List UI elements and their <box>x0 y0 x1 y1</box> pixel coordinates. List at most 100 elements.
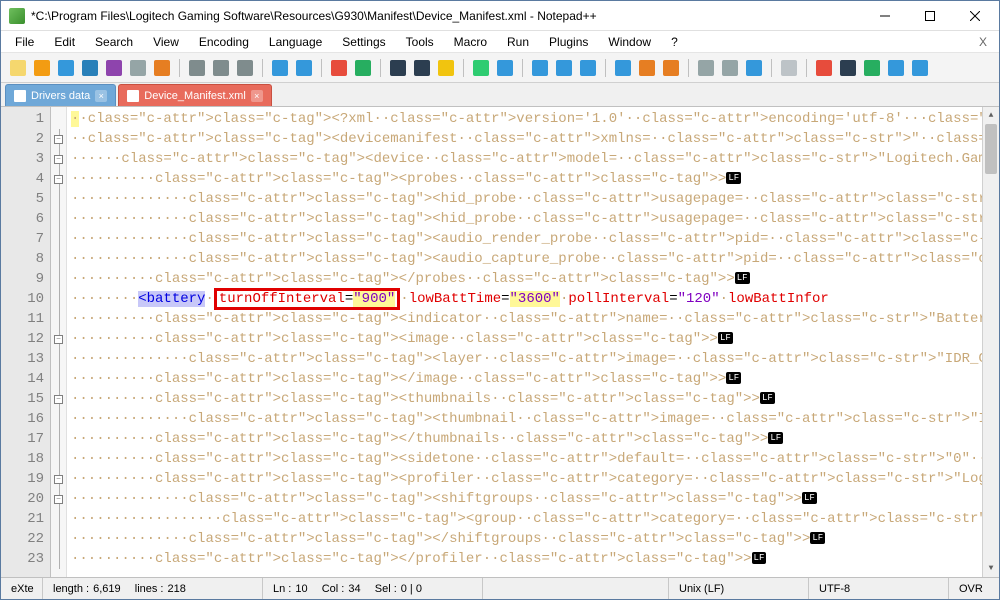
menu-file[interactable]: File <box>5 33 44 51</box>
toolbar-button-15[interactable] <box>328 57 350 79</box>
code-line-12[interactable]: ··········class="c-attr">class="c-tag"><… <box>71 329 982 349</box>
menu-window[interactable]: Window <box>598 33 661 51</box>
toolbar-button-8[interactable] <box>186 57 208 79</box>
code-line-15[interactable]: ··········class="c-attr">class="c-tag"><… <box>71 389 982 409</box>
toolbar-button-40[interactable] <box>837 57 859 79</box>
toolbar-button-10[interactable] <box>234 57 256 79</box>
fold-toggle[interactable]: − <box>54 495 63 504</box>
toolbar-button-35[interactable] <box>743 57 765 79</box>
scroll-down-button[interactable]: ▼ <box>983 560 999 577</box>
minimize-button[interactable] <box>862 1 907 30</box>
tab-close-icon[interactable]: × <box>95 90 107 102</box>
code-line-20[interactable]: ··············class="c-attr">class="c-ta… <box>71 489 982 509</box>
menubar-close-x[interactable]: X <box>971 33 995 51</box>
toolbar-button-29[interactable] <box>612 57 634 79</box>
toolbar-button-30[interactable] <box>636 57 658 79</box>
toolbar-button-23[interactable] <box>494 57 516 79</box>
fold-toggle[interactable]: − <box>54 135 63 144</box>
toolbar-button-6[interactable] <box>151 57 173 79</box>
toolbar-button-4[interactable] <box>103 57 125 79</box>
toolbar-button-12[interactable] <box>269 57 291 79</box>
menu-edit[interactable]: Edit <box>44 33 85 51</box>
code-line-2[interactable]: ··class="c-attr">class="c-tag"><devicema… <box>71 129 982 149</box>
code-line-13[interactable]: ··············class="c-attr">class="c-ta… <box>71 349 982 369</box>
toolbar-button-13[interactable] <box>293 57 315 79</box>
menu-encoding[interactable]: Encoding <box>189 33 259 51</box>
code-line-10[interactable]: ········<battery·turnOffInterval="900"·l… <box>71 289 982 309</box>
tab-device-manifest-xml[interactable]: Device_Manifest.xml× <box>118 84 271 106</box>
scroll-up-button[interactable]: ▲ <box>983 107 999 124</box>
fold-toggle[interactable]: − <box>54 175 63 184</box>
tab-close-icon[interactable]: × <box>251 90 263 102</box>
toolbar-button-39[interactable] <box>813 57 835 79</box>
toolbar-button-0[interactable] <box>7 57 29 79</box>
menu-language[interactable]: Language <box>259 33 332 51</box>
vertical-scrollbar[interactable]: ▲ ▼ <box>982 107 999 577</box>
toolbar-button-37[interactable] <box>778 57 800 79</box>
code-line-18[interactable]: ··········class="c-attr">class="c-tag"><… <box>71 449 982 469</box>
toolbar-button-43[interactable] <box>909 57 931 79</box>
toolbar-button-3[interactable] <box>79 57 101 79</box>
tab-drivers-data[interactable]: Drivers data × <box>5 84 116 106</box>
menu-tools[interactable]: Tools <box>396 33 444 51</box>
toolbar-separator <box>605 59 606 77</box>
menu-plugins[interactable]: Plugins <box>539 33 598 51</box>
toolbar-button-34[interactable] <box>719 57 741 79</box>
tab-label: Drivers data <box>31 90 90 102</box>
toolbar-button-25[interactable] <box>529 57 551 79</box>
toolbar-button-22[interactable] <box>470 57 492 79</box>
menu-help[interactable]: ? <box>661 33 688 51</box>
toolbar-button-41[interactable] <box>861 57 883 79</box>
toolbar-button-27[interactable] <box>577 57 599 79</box>
toolbar-icon <box>82 60 98 76</box>
code-line-21[interactable]: ··················class="c-attr">class="… <box>71 509 982 529</box>
code-line-4[interactable]: ··········class="c-attr">class="c-tag"><… <box>71 169 982 189</box>
editor[interactable]: 1234567891011121314151617181920212223 −−… <box>1 107 999 577</box>
code-line-1[interactable]: ··class="c-attr">class="c-tag"><?xml··cl… <box>71 109 982 129</box>
fold-toggle[interactable]: − <box>54 395 63 404</box>
code-line-23[interactable]: ··········class="c-attr">class="c-tag"><… <box>71 549 982 569</box>
code-line-7[interactable]: ··············class="c-attr">class="c-ta… <box>71 229 982 249</box>
scroll-thumb[interactable] <box>985 124 997 174</box>
code-line-16[interactable]: ··············class="c-attr">class="c-ta… <box>71 409 982 429</box>
toolbar-button-18[interactable] <box>387 57 409 79</box>
menu-macro[interactable]: Macro <box>444 33 497 51</box>
toolbar-button-5[interactable] <box>127 57 149 79</box>
toolbar-icon <box>816 60 832 76</box>
fold-toggle[interactable]: − <box>54 475 63 484</box>
fold-column[interactable]: − − − − − − − <box>51 107 67 577</box>
toolbar-button-31[interactable] <box>660 57 682 79</box>
fold-toggle[interactable]: − <box>54 335 63 344</box>
toolbar-icon <box>781 60 797 76</box>
toolbar-button-16[interactable] <box>352 57 374 79</box>
toolbar-button-33[interactable] <box>695 57 717 79</box>
fold-toggle[interactable]: − <box>54 155 63 164</box>
toolbar-button-2[interactable] <box>55 57 77 79</box>
code-line-22[interactable]: ··············class="c-attr">class="c-ta… <box>71 529 982 549</box>
menu-run[interactable]: Run <box>497 33 539 51</box>
menu-search[interactable]: Search <box>85 33 143 51</box>
code-line-8[interactable]: ··············class="c-attr">class="c-ta… <box>71 249 982 269</box>
toolbar-icon <box>213 60 229 76</box>
code-line-5[interactable]: ··············class="c-attr">class="c-ta… <box>71 189 982 209</box>
code-line-11[interactable]: ··········class="c-attr">class="c-tag"><… <box>71 309 982 329</box>
code-area[interactable]: ··class="c-attr">class="c-tag"><?xml··cl… <box>67 107 982 577</box>
toolbar-button-1[interactable] <box>31 57 53 79</box>
code-line-6[interactable]: ··············class="c-attr">class="c-ta… <box>71 209 982 229</box>
toolbar-button-19[interactable] <box>411 57 433 79</box>
code-line-3[interactable]: ······class="c-attr">class="c-tag"><devi… <box>71 149 982 169</box>
maximize-button[interactable] <box>907 1 952 30</box>
close-button[interactable] <box>952 1 997 30</box>
menu-view[interactable]: View <box>143 33 189 51</box>
toolbar-button-20[interactable] <box>435 57 457 79</box>
menu-settings[interactable]: Settings <box>332 33 395 51</box>
toolbar-button-26[interactable] <box>553 57 575 79</box>
toolbar-button-42[interactable] <box>885 57 907 79</box>
code-line-9[interactable]: ··········class="c-attr">class="c-tag"><… <box>71 269 982 289</box>
code-line-19[interactable]: ··········class="c-attr">class="c-tag"><… <box>71 469 982 489</box>
scroll-track[interactable] <box>983 124 999 560</box>
code-line-14[interactable]: ··········class="c-attr">class="c-tag"><… <box>71 369 982 389</box>
status-spacer <box>483 578 669 599</box>
code-line-17[interactable]: ··········class="c-attr">class="c-tag"><… <box>71 429 982 449</box>
toolbar-button-9[interactable] <box>210 57 232 79</box>
